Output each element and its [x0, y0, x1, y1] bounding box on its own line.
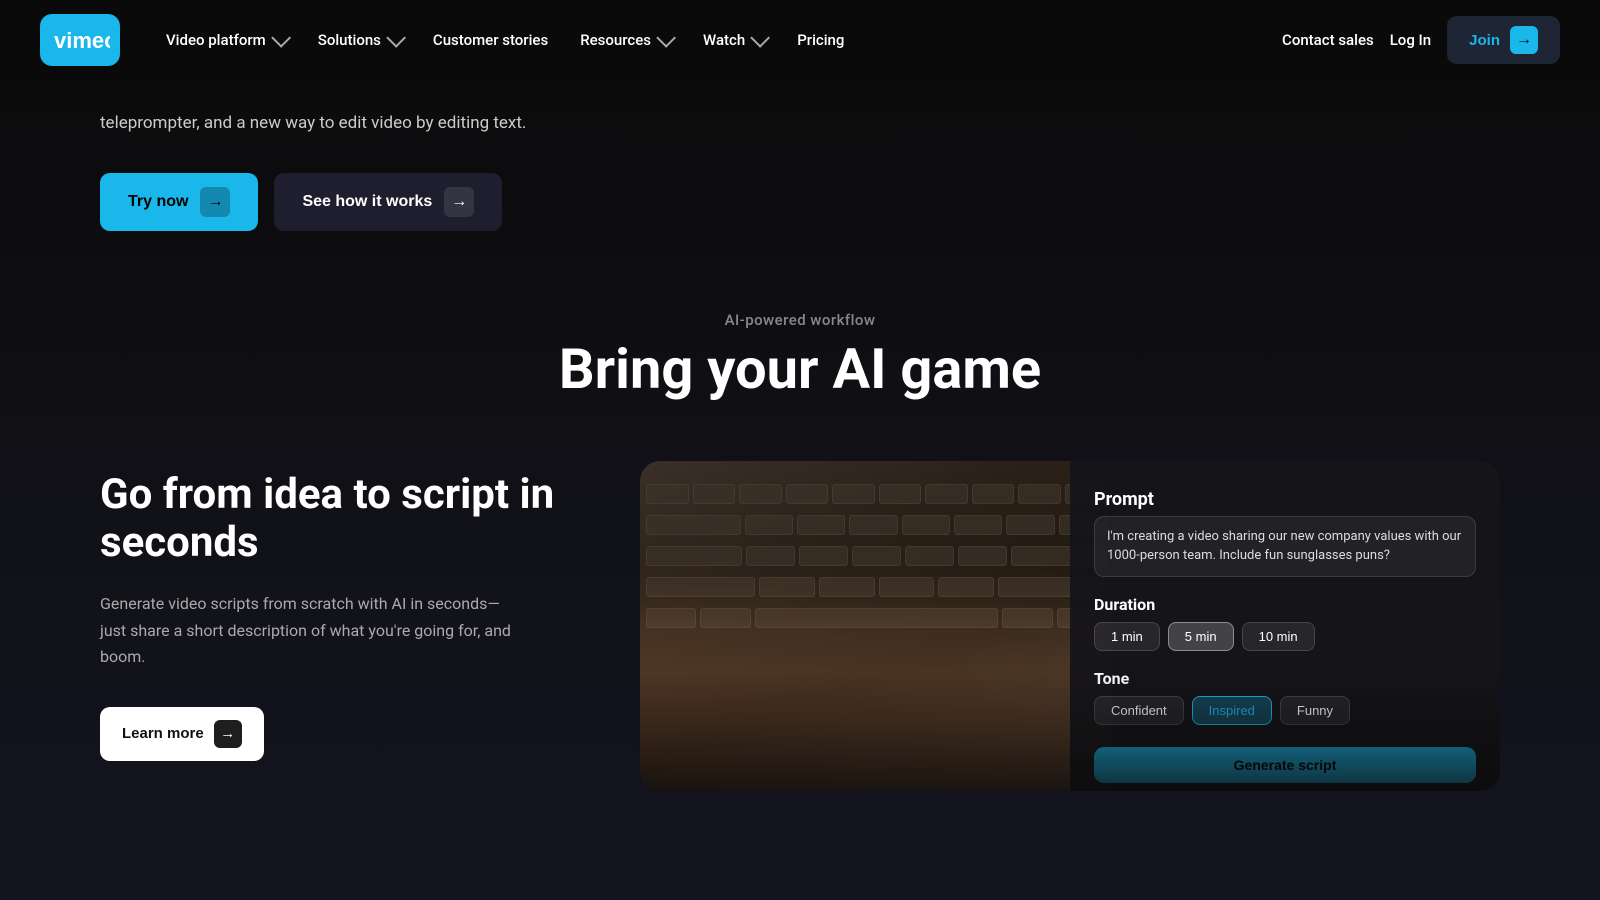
login-link[interactable]: Log In	[1390, 31, 1431, 49]
chevron-down-icon	[750, 28, 770, 48]
navbar: vimeo Video platform Solutions Customer …	[0, 0, 1600, 80]
feature-description: Generate video scripts from scratch with…	[100, 591, 520, 670]
feature-text: Go from idea to script in seconds Genera…	[100, 461, 560, 761]
nav-item-video-platform[interactable]: Video platform	[152, 23, 300, 57]
chevron-down-icon	[271, 28, 291, 48]
duration-5min-button[interactable]: 5 min	[1168, 622, 1234, 651]
prompt-text-box: I'm creating a video sharing our new com…	[1094, 516, 1476, 577]
nav-item-resources[interactable]: Resources	[566, 23, 685, 57]
duration-1min-button[interactable]: 1 min	[1094, 622, 1160, 651]
tone-funny-button[interactable]: Funny	[1280, 696, 1350, 725]
chevron-down-icon	[656, 28, 676, 48]
hero-section: teleprompter, and a new way to edit vide…	[0, 80, 1600, 231]
page-content: teleprompter, and a new way to edit vide…	[0, 0, 1600, 900]
ai-section: AI-powered workflow Bring your AI game	[0, 291, 1600, 431]
tone-label: Tone	[1094, 669, 1476, 688]
chevron-down-icon	[386, 28, 406, 48]
arrow-right-icon: →	[214, 720, 242, 748]
ai-section-heading: Bring your AI game	[0, 339, 1600, 401]
contact-sales-link[interactable]: Contact sales	[1282, 31, 1374, 49]
hero-buttons: Try now → See how it works →	[100, 173, 1500, 231]
prompt-section-title: Prompt	[1094, 489, 1476, 510]
svg-text:vimeo: vimeo	[54, 28, 110, 53]
feature-card: Prompt I'm creating a video sharing our …	[640, 461, 1500, 791]
hero-description: teleprompter, and a new way to edit vide…	[100, 110, 800, 137]
nav-item-watch[interactable]: Watch	[689, 23, 779, 57]
see-how-it-works-button[interactable]: See how it works →	[274, 173, 502, 231]
feature-title: Go from idea to script in seconds	[100, 471, 560, 568]
prompt-section: Prompt I'm creating a video sharing our …	[1094, 489, 1476, 577]
duration-buttons: 1 min 5 min 10 min	[1094, 622, 1476, 651]
ai-section-label: AI-powered workflow	[0, 311, 1600, 329]
nav-links: Video platform Solutions Customer storie…	[152, 23, 1282, 57]
duration-10min-button[interactable]: 10 min	[1242, 622, 1315, 651]
arrow-right-icon: →	[444, 187, 474, 217]
tone-buttons: Confident Inspired Funny	[1094, 696, 1476, 725]
vimeo-logo[interactable]: vimeo	[40, 14, 120, 66]
arrow-right-icon: →	[200, 187, 230, 217]
duration-label: Duration	[1094, 595, 1476, 614]
try-now-button[interactable]: Try now →	[100, 173, 258, 231]
tone-section: Tone Confident Inspired Funny	[1094, 669, 1476, 725]
prompt-ui-card: Prompt I'm creating a video sharing our …	[1070, 461, 1500, 791]
join-button[interactable]: Join →	[1447, 16, 1560, 64]
nav-item-pricing[interactable]: Pricing	[783, 23, 858, 57]
keyboard-bg	[640, 461, 1113, 791]
nav-item-customer-stories[interactable]: Customer stories	[419, 23, 562, 57]
tone-confident-button[interactable]: Confident	[1094, 696, 1184, 725]
tone-inspired-button[interactable]: Inspired	[1192, 696, 1272, 725]
duration-section: Duration 1 min 5 min 10 min	[1094, 595, 1476, 651]
generate-script-button[interactable]: Generate script	[1094, 747, 1476, 783]
learn-more-button[interactable]: Learn more →	[100, 707, 264, 761]
feature-section: Go from idea to script in seconds Genera…	[0, 461, 1600, 791]
nav-item-solutions[interactable]: Solutions	[304, 23, 415, 57]
arrow-right-icon: →	[1510, 26, 1538, 54]
nav-right: Contact sales Log In Join →	[1282, 16, 1560, 64]
hand-overlay	[640, 593, 1113, 791]
